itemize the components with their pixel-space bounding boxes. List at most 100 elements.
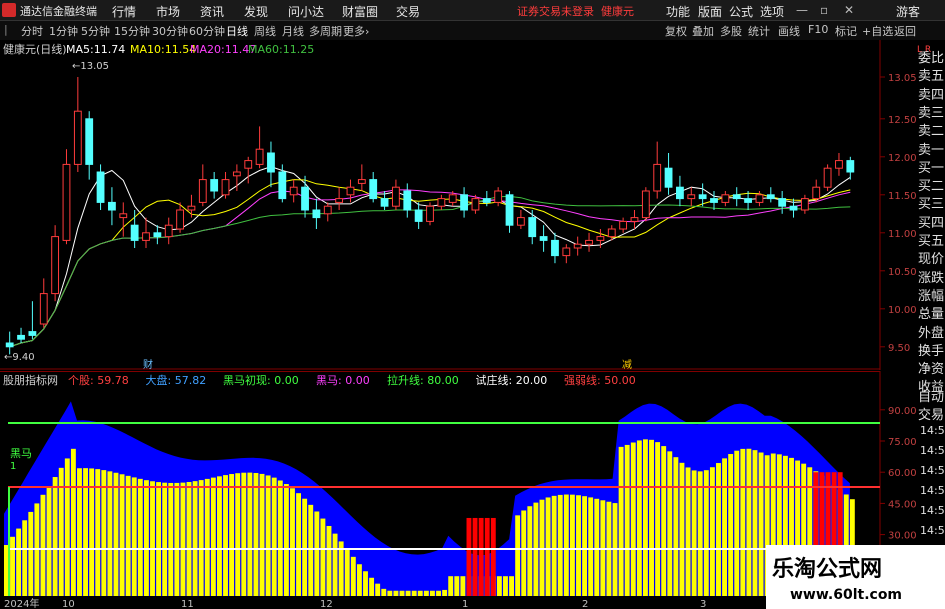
stock-bar <box>204 478 210 597</box>
stock-bar <box>521 510 527 597</box>
tool-stats[interactable]: 统计 <box>748 23 770 39</box>
stock-bar <box>174 482 180 597</box>
stock-bar <box>563 494 569 597</box>
menu-item-market[interactable]: 市场 <box>156 3 180 20</box>
tool-multi-stock[interactable]: 多股 <box>720 23 742 39</box>
price-tick-label: 12.50 <box>888 115 917 126</box>
date-axis: 2024年 10 11 12 1 2 3 <box>0 596 880 609</box>
warning-bar <box>466 517 472 597</box>
dark-horse-label: 黑马 <box>10 447 32 460</box>
period-tab-30min[interactable]: 30分钟 <box>152 23 188 39</box>
quote-field-label[interactable]: 现价 <box>918 248 944 267</box>
period-tab-multi[interactable]: 多周期 <box>309 23 342 39</box>
quote-field-label[interactable]: 净资 <box>918 358 944 377</box>
menu-item-trade[interactable]: 交易 <box>396 3 420 20</box>
period-tab-5min[interactable]: 5分钟 <box>81 23 110 39</box>
period-tab-1min[interactable]: 1分钟 <box>49 23 78 39</box>
x-label-oct: 10 <box>62 599 75 609</box>
stock-bar <box>253 472 259 597</box>
stock-bar <box>40 494 46 597</box>
menu-item-formula[interactable]: 公式 <box>729 3 753 20</box>
indicator-legend-item: 黑马初现: 0.00 <box>223 373 299 387</box>
tool-back[interactable]: 返回 <box>894 23 916 39</box>
quote-field-label[interactable]: 换手 <box>918 340 944 359</box>
period-tab-more[interactable]: 更多› <box>343 23 369 39</box>
tool-f10[interactable]: F10 <box>808 23 828 36</box>
quote-field-label[interactable]: 委比 <box>918 47 944 66</box>
period-tab-intraday[interactable]: 分时 <box>21 23 43 39</box>
stock-bar <box>210 477 216 597</box>
quote-field-label[interactable]: 外盘 <box>918 322 944 341</box>
period-tab-15min[interactable]: 15分钟 <box>114 23 150 39</box>
stock-bar <box>217 476 222 597</box>
tick-time: 14:56 <box>920 504 945 517</box>
stock-bar <box>28 511 34 597</box>
period-tab-weekly[interactable]: 周线 <box>254 23 276 39</box>
period-tab-daily[interactable]: 日线 <box>226 23 248 39</box>
period-tab-60min[interactable]: 60分钟 <box>189 23 225 39</box>
minimize-icon[interactable]: — <box>796 3 808 17</box>
guest-label[interactable]: 游客 <box>896 3 920 20</box>
auto-trade-label[interactable]: 交易 <box>918 404 944 423</box>
stock-bar <box>186 482 192 597</box>
quote-field-label[interactable]: 买一 <box>918 157 944 176</box>
quote-field-label[interactable]: 卖三 <box>918 102 944 121</box>
stock-bar <box>344 549 350 597</box>
stock-bar <box>156 482 162 597</box>
indicator-tick-label: 45.00 <box>888 499 917 510</box>
quote-field-label[interactable]: 涨幅 <box>918 285 944 304</box>
indicator-title: 股朋指标网 <box>3 373 58 387</box>
menu-item-function[interactable]: 功能 <box>666 3 690 20</box>
quote-field-label[interactable]: 买二 <box>918 175 944 194</box>
title-menu-bar: 通达信金融终端 行情 市场 资讯 发现 问小达 财富圈 交易 证券交易未登录 健… <box>0 0 945 21</box>
menu-item-fortune[interactable]: 财富圈 <box>342 3 378 20</box>
stock-bar <box>667 451 673 597</box>
stock-bar <box>125 475 131 597</box>
menu-item-discover[interactable]: 发现 <box>244 3 268 20</box>
auto-trade-label[interactable]: 自动 <box>918 386 944 405</box>
indicator-tick-label: 90.00 <box>888 406 917 417</box>
candle <box>823 164 832 191</box>
x-label-nov: 11 <box>181 599 194 609</box>
quote-field-label[interactable]: 总量 <box>918 303 944 322</box>
menu-item-quotes[interactable]: 行情 <box>112 3 136 20</box>
candlestick-chart[interactable]: 13.0512.5012.0011.5011.0010.5010.009.50 … <box>0 40 945 370</box>
stock-bar <box>576 495 581 597</box>
close-icon[interactable]: ✕ <box>844 3 854 17</box>
stock-bar <box>296 493 301 597</box>
menu-item-options[interactable]: 选项 <box>760 3 784 20</box>
price-tick-label: 13.05 <box>888 73 917 84</box>
tick-time: 14:56 <box>920 464 945 477</box>
stock-bar <box>198 480 204 597</box>
tool-mark[interactable]: 标记 <box>835 23 857 39</box>
quote-field-label[interactable]: 卖二 <box>918 120 944 139</box>
toolbar-toggle-icon[interactable]: | <box>4 23 8 36</box>
quote-field-label[interactable]: 买五 <box>918 230 944 249</box>
menu-item-ask[interactable]: 问小达 <box>288 3 324 20</box>
stock-bar <box>655 442 661 597</box>
quote-field-label[interactable]: 卖五 <box>918 65 944 84</box>
menu-item-layout[interactable]: 版面 <box>698 3 722 20</box>
stock-bar <box>350 556 356 597</box>
stock-bar <box>247 472 253 597</box>
menu-item-news[interactable]: 资讯 <box>200 3 224 20</box>
period-tab-monthly[interactable]: 月线 <box>282 23 304 39</box>
tool-adjust[interactable]: 复权 <box>665 23 687 39</box>
quote-field-label[interactable]: 买三 <box>918 193 944 212</box>
stock-bar <box>192 481 198 597</box>
stock-bar <box>356 564 362 597</box>
quote-field-label[interactable]: 买四 <box>918 212 944 231</box>
indicator-tick-label: 30.00 <box>888 531 917 542</box>
restore-icon[interactable]: ▫ <box>820 3 828 17</box>
tool-overlay[interactable]: 叠加 <box>692 23 714 39</box>
reduce-holding-marker[interactable]: 减 <box>622 359 632 370</box>
quote-field-label[interactable]: 卖一 <box>918 139 944 158</box>
quote-field-label[interactable]: 卖四 <box>918 84 944 103</box>
indicator-legend-item: 黑马: 0.00 <box>316 374 370 387</box>
stock-bar <box>679 462 685 597</box>
tool-add-watchlist[interactable]: +自选 <box>862 23 893 39</box>
quote-field-label[interactable]: 涨跌 <box>918 267 944 286</box>
finance-marker[interactable]: 财 <box>143 358 153 370</box>
tool-draw-line[interactable]: 画线 <box>778 23 800 39</box>
stock-bar <box>16 528 22 597</box>
